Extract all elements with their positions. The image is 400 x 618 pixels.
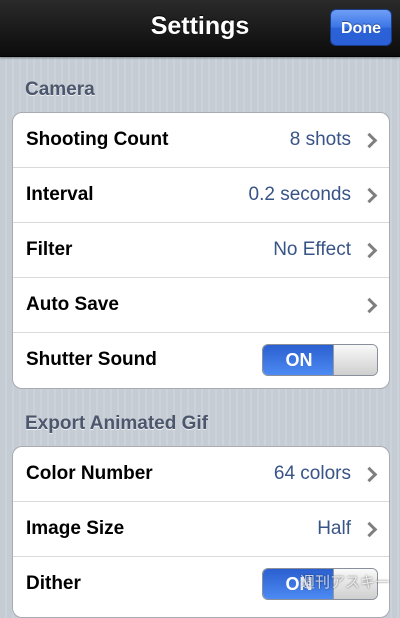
row-shooting-count[interactable]: Shooting Count 8 shots [13,113,389,168]
done-button[interactable]: Done [330,9,392,46]
row-value: 64 colors [273,463,351,484]
row-value: 8 shots [289,129,351,150]
navigation-bar: Settings Done [0,0,400,57]
row-value: 0.2 seconds [248,184,351,205]
section-header-camera: Camera [25,79,95,100]
chevron-right-icon [361,466,378,483]
row-filter[interactable]: Filter No Effect [13,223,389,278]
toggle-knob[interactable] [333,345,377,375]
chevron-right-icon [361,297,378,314]
row-label: Filter [26,239,73,260]
row-value: Half [317,518,351,539]
row-label: Interval [26,184,94,205]
row-auto-save[interactable]: Auto Save [13,278,389,333]
toggle-on-label: ON [263,345,335,375]
row-label: Color Number [26,463,153,484]
row-label: Image Size [26,518,125,539]
row-image-size[interactable]: Image Size Half [13,502,389,557]
export-settings-group: Color Number 64 colors Image Size Half D… [12,446,390,618]
row-interval[interactable]: Interval 0.2 seconds [13,168,389,223]
row-label: Shutter Sound [26,349,157,370]
row-color-number[interactable]: Color Number 64 colors [13,447,389,502]
row-label: Dither [26,573,81,594]
chevron-right-icon [361,187,378,204]
chevron-right-icon [361,521,378,538]
camera-settings-group: Shooting Count 8 shots Interval 0.2 seco… [12,112,390,389]
row-shutter-sound: Shutter Sound ON [13,333,389,388]
row-value: No Effect [273,239,351,260]
chevron-right-icon [361,242,378,259]
watermark: 週刊アスキー [299,574,390,591]
chevron-right-icon [361,132,378,149]
section-header-export: Export Animated Gif [25,413,208,434]
shutter-sound-toggle[interactable]: ON [262,344,378,376]
row-label: Auto Save [26,294,119,315]
row-label: Shooting Count [26,129,169,150]
